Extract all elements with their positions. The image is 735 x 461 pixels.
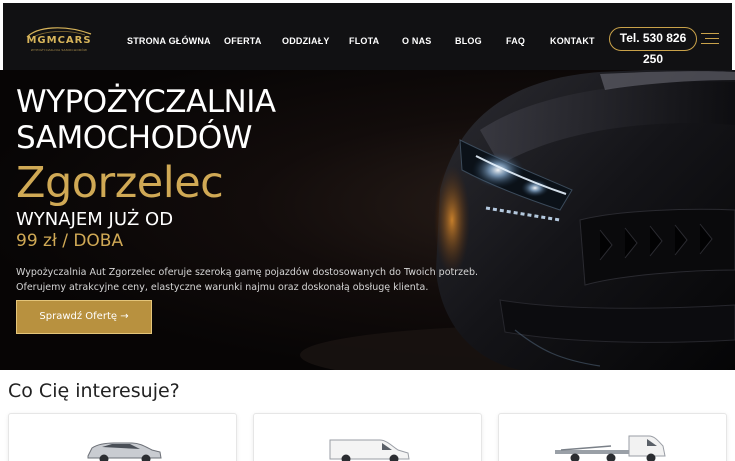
nav-blog[interactable]: BLOG bbox=[455, 36, 482, 46]
hero-description-line2: Oferujemy atrakcyjne ceny, elastyczne wa… bbox=[16, 282, 429, 293]
logo-text: MGMCARS bbox=[26, 35, 92, 46]
hero-description-line1: Wypożyczalnia Aut Zgorzelec oferuje szer… bbox=[16, 267, 479, 278]
tow-truck-icon bbox=[555, 435, 666, 461]
hero-price: 99 zł / DOBA bbox=[16, 231, 124, 251]
suv-car-icon bbox=[87, 442, 162, 461]
hero-title-line2: SAMOCHODÓW bbox=[16, 120, 252, 156]
logo-subtext: WYPOŻYCZALNIA SAMOCHODÓW bbox=[30, 48, 88, 52]
category-card-suv[interactable] bbox=[8, 413, 237, 461]
nav-contact[interactable]: KONTAKT bbox=[550, 36, 595, 46]
delivery-van-icon bbox=[329, 439, 410, 461]
hero-subtitle: WYNAJEM JUŻ OD bbox=[16, 209, 174, 230]
nav-home[interactable]: STRONA GŁÓWNA bbox=[127, 36, 211, 46]
nav-branches[interactable]: ODDZIAŁY bbox=[282, 36, 330, 46]
category-card-tow-truck[interactable] bbox=[498, 413, 727, 461]
nav-offer[interactable]: OFERTA bbox=[224, 36, 262, 46]
phone-button[interactable]: Tel. 530 826 250 bbox=[609, 27, 697, 66]
site-logo[interactable]: MGMCARS WYPOŻYCZALNIA SAMOCHODÓW bbox=[23, 25, 95, 55]
nav-faq[interactable]: FAQ bbox=[506, 36, 525, 46]
hero-banner: WYPOŻYCZALNIA SAMOCHODÓW Zgorzelec WYNAJ… bbox=[0, 70, 735, 370]
hero-title-line1: WYPOŻYCZALNIA bbox=[16, 84, 276, 120]
top-navigation-bar: MGMCARS WYPOŻYCZALNIA SAMOCHODÓW STRONA … bbox=[0, 0, 735, 70]
check-offer-button[interactable]: Sprawdź Ofertę → bbox=[16, 300, 152, 334]
nav-fleet[interactable]: FLOTA bbox=[349, 36, 379, 46]
nav-about[interactable]: O NAS bbox=[402, 36, 432, 46]
hamburger-menu-icon[interactable] bbox=[701, 32, 719, 46]
section-title: Co Cię interesuje? bbox=[8, 380, 180, 402]
category-card-van[interactable] bbox=[253, 413, 482, 461]
hero-city: Zgorzelec bbox=[16, 158, 224, 208]
